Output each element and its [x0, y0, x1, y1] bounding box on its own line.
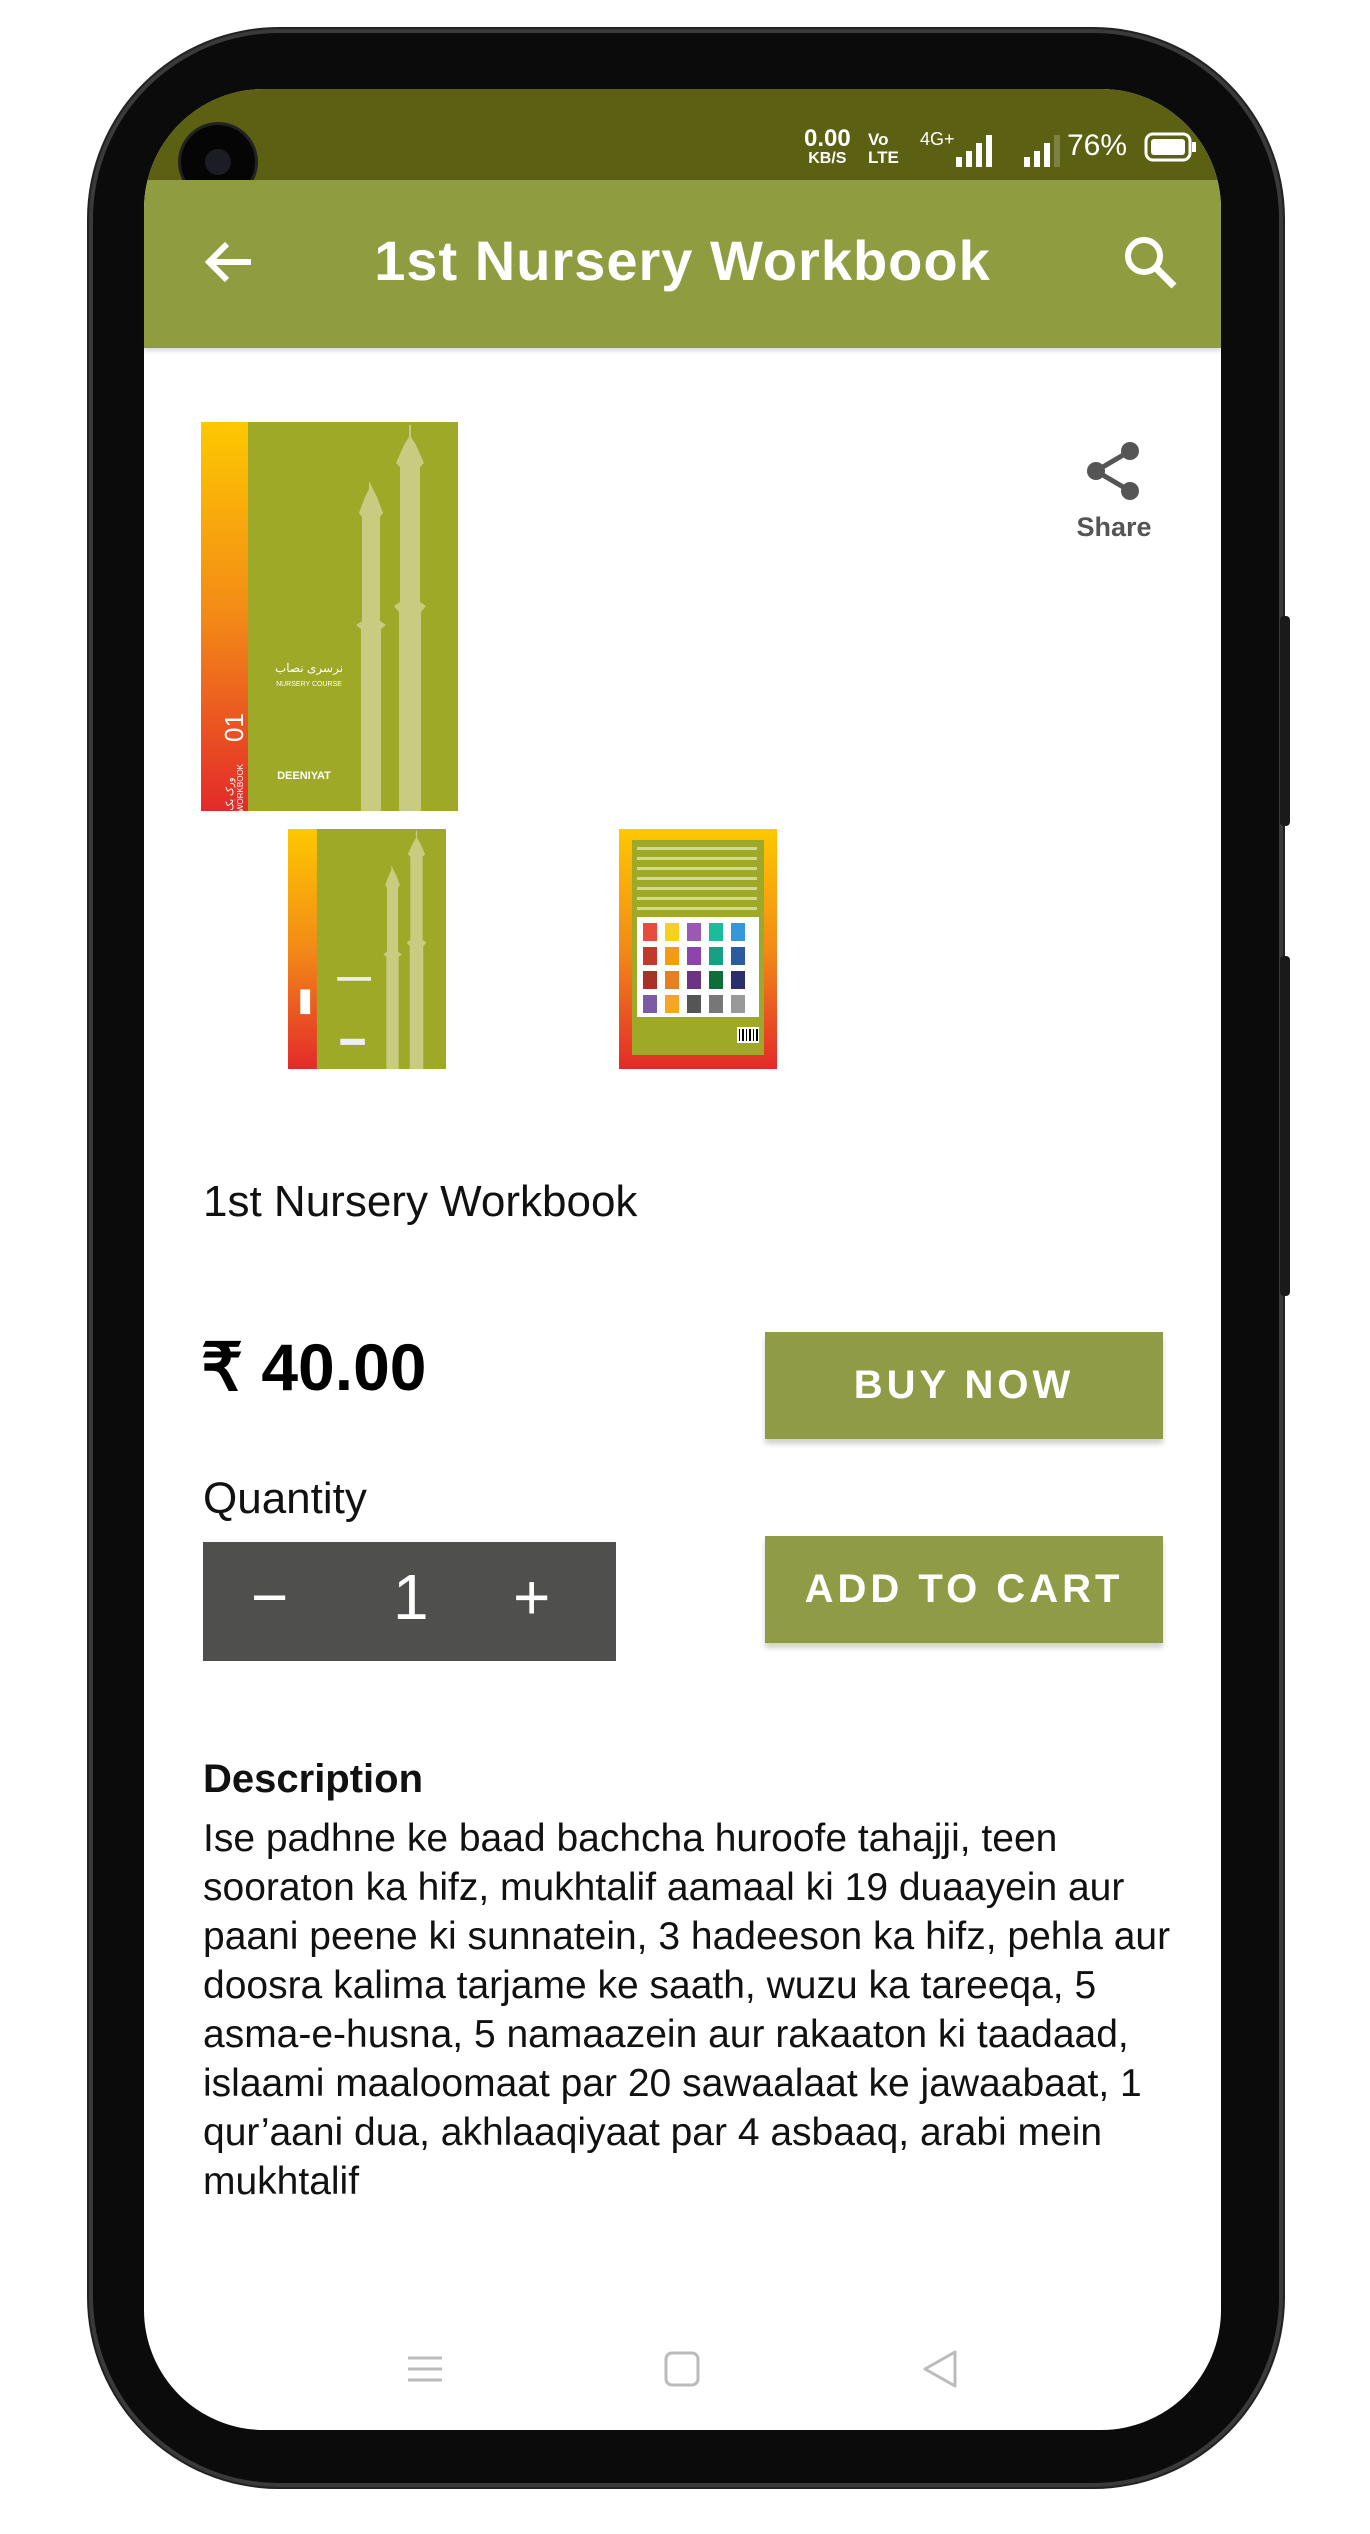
square-icon — [664, 2351, 700, 2387]
quantity-label: Quantity — [203, 1474, 367, 1523]
battery-percent: 76% — [1067, 129, 1128, 162]
volume-button — [1280, 616, 1290, 826]
share-label: Share — [1076, 512, 1152, 542]
menu-icon — [408, 2356, 442, 2382]
screen: 0.00 KB/S Vo LTE 4G+ 76% 1st Nursery Wor… — [144, 89, 1221, 2430]
cover-course: NURSERY COURSE — [276, 681, 342, 688]
net-speed: 0.00 KB/S — [804, 125, 851, 169]
thumbnail-back-image — [619, 829, 777, 1069]
product-price: ₹ 40.00 — [201, 1330, 427, 1404]
thumbnail-back[interactable] — [619, 829, 777, 1069]
buy-now-button[interactable]: BUY NOW — [765, 1332, 1163, 1439]
net-speed-unit: KB/S — [808, 150, 847, 167]
cover-number: 01 — [219, 713, 249, 742]
net-speed-value: 0.00 — [804, 125, 851, 152]
product-name: 1st Nursery Workbook — [203, 1177, 638, 1226]
power-button — [1280, 956, 1290, 1296]
nav-back-button[interactable] — [915, 2344, 965, 2394]
share-icon — [1087, 442, 1139, 500]
cover-brand: DEENIYAT — [277, 770, 331, 782]
nav-home-button[interactable] — [657, 2344, 707, 2394]
cover-urdu-workbook: ورک بک — [225, 777, 236, 810]
decrement-button[interactable]: − — [251, 1560, 288, 1634]
app-bar: 1st Nursery Workbook — [144, 180, 1221, 348]
nav-menu-button[interactable] — [400, 2344, 450, 2394]
product-image-main[interactable]: نرسری نصاب NURSERY COURSE DEENIYAT 01 WO… — [201, 422, 458, 812]
volte-bottom: LTE — [868, 148, 899, 167]
battery-icon — [1144, 132, 1196, 162]
cover-workbook: WORKBOOK — [236, 763, 245, 811]
volte-icon: Vo LTE — [868, 131, 899, 167]
search-icon — [1125, 237, 1177, 289]
book-cover: نرسری نصاب NURSERY COURSE DEENIYAT 01 WO… — [201, 422, 458, 812]
page-title: 1st Nursery Workbook — [374, 229, 991, 292]
triangle-back-icon — [923, 2350, 957, 2388]
quantity-value: 1 — [393, 1561, 429, 1633]
add-to-cart-button[interactable]: ADD TO CART — [765, 1536, 1163, 1643]
description-heading: Description — [203, 1757, 424, 1801]
thumbnail-front[interactable] — [288, 829, 446, 1069]
volte-top: Vo — [868, 130, 889, 149]
cover-urdu-title: نرسری نصاب — [275, 661, 343, 675]
share-button[interactable]: Share — [1064, 439, 1164, 543]
search-button[interactable] — [1110, 222, 1190, 302]
increment-button[interactable]: + — [513, 1560, 550, 1634]
status-bar: 0.00 KB/S Vo LTE 4G+ 76% — [144, 89, 1221, 199]
description-text: Ise padhne ke baad bachcha huroofe tahaj… — [203, 1817, 1171, 2203]
quantity-stepper: − 1 + — [203, 1542, 616, 1661]
thumbnail-front-image — [288, 829, 446, 1069]
